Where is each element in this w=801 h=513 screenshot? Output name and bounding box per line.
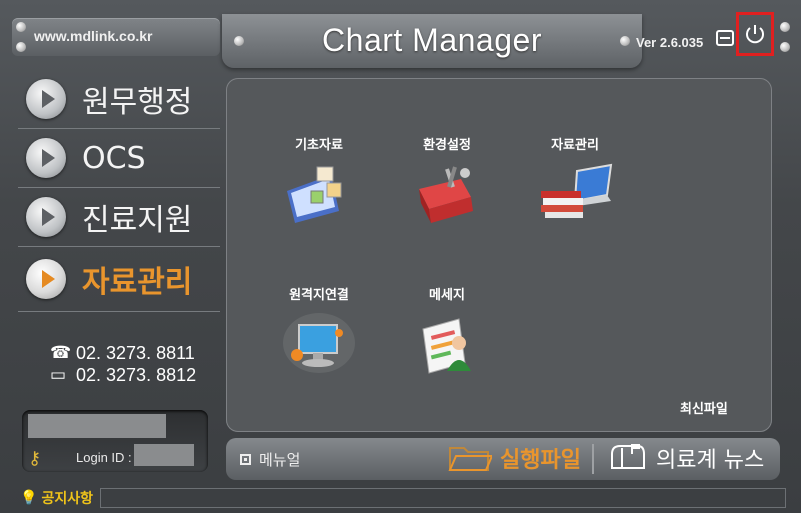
sidebar-item-label: 진료지원 [82, 203, 193, 238]
books-laptop-icon [541, 163, 613, 218]
tile-data-management[interactable]: 자료관리 [520, 134, 630, 229]
play-arrow-icon [26, 79, 66, 119]
power-icon [746, 25, 764, 44]
sidebar-item-label: OCS [82, 140, 146, 176]
website-url[interactable]: www.mdlink.co.kr [34, 28, 153, 44]
phone-number: 02. 3273. 8811 [76, 342, 195, 363]
sidebar-item-administration[interactable]: 원무행정 [18, 70, 220, 129]
tile-label: 메세지 [429, 288, 465, 303]
mailbox-icon [611, 444, 645, 469]
executable-files-button[interactable]: 실행파일 [448, 442, 581, 474]
power-button[interactable] [736, 12, 774, 56]
medical-news-button[interactable]: 의료계 뉴스 [608, 442, 764, 474]
sidebar-item-ocs[interactable]: OCS [18, 129, 220, 188]
sidebar-nav: 원무행정 OCS 진료지원 자료관리 [18, 70, 220, 312]
chart-manager-window: www.mdlink.co.kr Chart Manager Ver 2.6.0… [0, 0, 801, 513]
main-panel: 기초자료 환경설정 자료관리 원격지연결 메세지 최신파일 [226, 78, 772, 432]
tile-basic-data[interactable]: 기초자료 [264, 134, 374, 229]
tile-settings[interactable]: 환경설정 [392, 134, 502, 229]
tile-label: 환경설정 [423, 138, 471, 153]
remote-connection-icon [283, 313, 355, 373]
basic-data-icon [287, 166, 342, 223]
tile-label: 원격지연결 [289, 288, 349, 303]
minimize-button[interactable] [716, 30, 734, 46]
divider [592, 444, 594, 474]
recent-files-label[interactable]: 최신파일 [680, 398, 728, 417]
login-box: ⚷ Login ID : [22, 410, 208, 472]
telephone-icon: ☎ [50, 343, 72, 362]
sidebar-item-clinical-support[interactable]: 진료지원 [18, 188, 220, 247]
rivet-icon [620, 36, 630, 46]
manual-label: 메뉴얼 [259, 451, 301, 469]
login-id-label: Login ID : [76, 450, 132, 465]
play-arrow-icon [26, 259, 66, 299]
fax-number: 02. 3273. 8812 [76, 364, 197, 385]
sidebar-item-data-management[interactable]: 자료관리 [18, 247, 220, 312]
folder-icon [448, 447, 492, 471]
tile-label: 자료관리 [551, 138, 599, 153]
url-box[interactable]: www.mdlink.co.kr [12, 18, 220, 56]
app-title: Chart Manager [322, 22, 542, 58]
lightbulb-icon: 💡 [20, 490, 38, 506]
notice-text: 공지사항 [41, 491, 93, 507]
executable-files-label: 실행파일 [500, 448, 581, 473]
rivet-icon [780, 42, 790, 52]
key-icon: ⚷ [28, 448, 42, 469]
notice-label: 💡 공지사항 [20, 488, 93, 508]
fax-icon: ▭ [50, 365, 67, 384]
login-id-field [134, 444, 194, 466]
message-icon [422, 318, 471, 374]
version-label: Ver 2.6.035 [636, 35, 704, 50]
play-arrow-icon [26, 197, 66, 237]
tile-remote-connection[interactable]: 원격지연결 [264, 284, 374, 379]
toolbox-icon [419, 166, 473, 223]
sidebar-item-label: 자료관리 [82, 265, 193, 300]
sidebar-item-label: 원무행정 [82, 85, 193, 120]
tile-message[interactable]: 메세지 [392, 284, 502, 379]
manual-button[interactable]: 메뉴얼 [240, 449, 300, 470]
play-arrow-icon [26, 138, 66, 178]
manual-icon [240, 454, 251, 465]
title-banner: Chart Manager [222, 14, 642, 68]
medical-news-label: 의료계 뉴스 [656, 448, 765, 473]
notice-ticker[interactable] [100, 488, 786, 508]
rivet-icon [780, 22, 790, 32]
bottom-bar: 메뉴얼 실행파일 의료계 뉴스 [226, 438, 780, 480]
tile-label: 기초자료 [295, 138, 343, 153]
user-name-field [28, 414, 166, 438]
contact-info: ☎ 02. 3273. 8811 ▭ 02. 3273. 8812 [50, 342, 196, 386]
